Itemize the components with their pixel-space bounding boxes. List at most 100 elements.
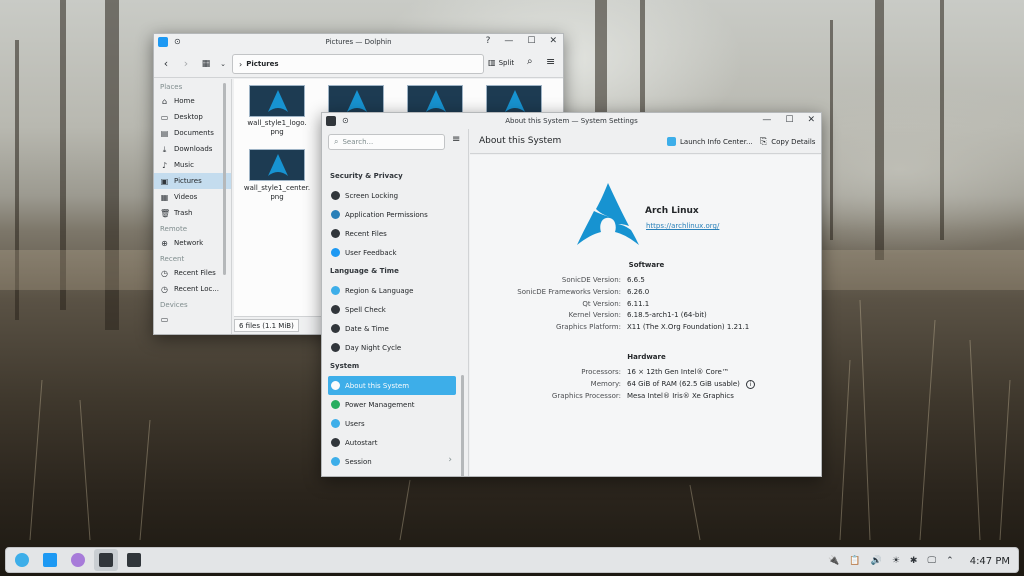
file-name[interactable]: wall_style1_center. png: [242, 184, 312, 202]
sidebar-item-spell-check[interactable]: Spell Check: [328, 300, 456, 319]
places-item-downloads[interactable]: ⤓ Downloads: [154, 141, 231, 157]
file-thumbnail[interactable]: [328, 85, 384, 115]
copy-details-button[interactable]: ⎘ Copy Details: [760, 137, 815, 147]
settings-app-icon[interactable]: [326, 116, 336, 126]
dolphin-task[interactable]: [38, 549, 62, 571]
clipboard-icon[interactable]: 📋: [849, 556, 860, 566]
places-item-device[interactable]: ▭: [154, 311, 231, 327]
settings-main: About this System Launch Info Center... …: [470, 129, 821, 476]
places-item-label: Desktop: [174, 113, 203, 121]
places-section-header: Recent: [160, 255, 185, 263]
settings-task[interactable]: [94, 549, 118, 571]
brightness-icon[interactable]: ☀: [892, 556, 900, 566]
videos-icon: ▦: [160, 192, 169, 202]
sidebar-item-users[interactable]: Users: [328, 414, 456, 433]
places-item-documents[interactable]: ▤ Documents: [154, 125, 231, 141]
hamburger-menu-icon[interactable]: ≡: [452, 134, 460, 145]
bluetooth-icon[interactable]: ✱: [910, 556, 918, 566]
clock[interactable]: 4:47 PM: [970, 556, 1010, 567]
page-header: About this System Launch Info Center... …: [470, 129, 821, 154]
sidebar-item-power-management[interactable]: Power Management: [328, 395, 456, 414]
search-field[interactable]: ⌕ Search...: [328, 134, 445, 150]
browser-icon: [71, 553, 85, 567]
chevron-down-icon[interactable]: ⌄: [220, 60, 226, 68]
sidebar-item-about-this-system[interactable]: About this System: [328, 376, 456, 395]
status-text: 6 files (1.1 MiB): [234, 319, 299, 332]
dolphin-app-icon[interactable]: [158, 37, 168, 47]
file-thumbnail[interactable]: [249, 85, 305, 117]
browser-task[interactable]: [66, 549, 90, 571]
hamburger-menu-icon[interactable]: ≡: [546, 55, 555, 68]
minimize-button[interactable]: —: [762, 115, 771, 125]
places-item-label: Documents: [174, 129, 214, 137]
settings-window-title: About this System — System Settings: [505, 117, 638, 125]
network-icon: ⊕: [161, 238, 168, 248]
info-value-text: 64 GiB of RAM (62.5 GiB usable): [627, 380, 740, 389]
places-item-videos[interactable]: ▦ Videos: [154, 189, 231, 205]
close-button[interactable]: ✕: [807, 115, 815, 125]
info-value-text: 6.18.5-arch1-1 (64-bit): [627, 311, 707, 320]
help-button[interactable]: ?: [486, 36, 491, 46]
dolphin-titlebar[interactable]: ⊙ Pictures — Dolphin ? — ☐ ✕: [154, 34, 563, 50]
downloads-icon: ⤓: [162, 144, 167, 154]
info-value: 64 GiB of RAM (62.5 GiB usable) i: [627, 379, 821, 389]
places-item-recent-files[interactable]: ◷ Recent Files: [154, 265, 231, 281]
back-button[interactable]: ‹: [160, 57, 172, 70]
distro-url-link[interactable]: https://archlinux.org/: [646, 222, 719, 230]
minimize-button[interactable]: —: [504, 36, 513, 46]
sidebar-item-screen-locking[interactable]: Screen Locking: [328, 186, 456, 205]
app-launcher[interactable]: [10, 549, 34, 571]
pin-icon[interactable]: ⊙: [174, 37, 181, 47]
close-button[interactable]: ✕: [549, 36, 557, 46]
documents-icon: ▤: [160, 128, 169, 138]
system-settings-window[interactable]: ⊙ About this System — System Settings — …: [321, 112, 822, 477]
places-item-recent-loc[interactable]: ◷ Recent Loc...: [154, 281, 231, 297]
sidebar-item-label: User Feedback: [345, 248, 397, 257]
power-icon[interactable]: 🔌: [828, 556, 839, 566]
sidebar-item-autostart[interactable]: Autostart: [328, 433, 456, 452]
display-icon[interactable]: 🖵: [927, 556, 936, 566]
pin-icon[interactable]: ⊙: [342, 116, 349, 126]
sidebar-item-recent-files[interactable]: Recent Files: [328, 224, 456, 243]
launch-info-center-button[interactable]: Launch Info Center...: [667, 137, 753, 146]
file-thumbnail[interactable]: [486, 85, 542, 115]
pictures-icon: ▣: [160, 176, 169, 186]
places-item-label: Recent Loc...: [174, 285, 220, 293]
sidebar-item-application-permissions[interactable]: Application Permissions: [328, 205, 456, 224]
places-item-desktop[interactable]: ▭ Desktop: [154, 109, 231, 125]
places-item-label: Trash: [174, 209, 193, 217]
file-thumbnail[interactable]: [249, 149, 305, 181]
view-mode-icon[interactable]: ▦: [200, 59, 212, 69]
sidebar-item-user-feedback[interactable]: User Feedback: [328, 243, 456, 262]
info-row: Graphics Processor: Mesa Intel® Iris® Xe …: [470, 391, 821, 400]
forward-button[interactable]: ›: [180, 57, 192, 70]
tray-expand-icon[interactable]: ⌃: [946, 556, 954, 566]
sidebar-scrollbar[interactable]: [461, 375, 464, 476]
places-item-network[interactable]: ⊕ Network: [154, 235, 231, 251]
maximize-button[interactable]: ☐: [785, 115, 793, 125]
split-button[interactable]: ▥ Split: [488, 58, 514, 67]
volume-icon[interactable]: 🔊: [871, 556, 882, 566]
location-bar[interactable]: › Pictures: [232, 54, 484, 74]
search-icon[interactable]: ⌕: [527, 56, 533, 67]
sidebar-item-session[interactable]: Session ›: [328, 452, 456, 471]
places-item-trash[interactable]: 🗑 Trash: [154, 205, 231, 221]
info-row: SonicDE Frameworks Version: 6.26.0: [470, 288, 821, 296]
places-scrollbar[interactable]: [223, 83, 226, 275]
sidebar-item-region-language[interactable]: Region & Language: [328, 281, 456, 300]
sidebar-item-day-night-cycle[interactable]: Day Night Cycle: [328, 338, 456, 357]
places-item-home[interactable]: ⌂ Home: [154, 93, 231, 109]
search-icon: ⌕: [334, 137, 339, 146]
category-header: Language & Time: [330, 267, 399, 275]
places-item-music[interactable]: ♪ Music: [154, 157, 231, 173]
sidebar-item-date-time[interactable]: Date & Time: [328, 319, 456, 338]
file-thumbnail[interactable]: [407, 85, 463, 115]
file-name[interactable]: wall_style1_logo. png: [242, 119, 312, 137]
maximize-button[interactable]: ☐: [527, 36, 535, 46]
places-item-pictures[interactable]: ▣ Pictures: [154, 173, 231, 189]
info-icon[interactable]: i: [745, 379, 755, 389]
settings-titlebar[interactable]: ⊙ About this System — System Settings — …: [322, 113, 821, 129]
info-value-text: Mesa Intel® Iris® Xe Graphics: [627, 391, 734, 400]
terminal-task[interactable]: [122, 549, 146, 571]
info-row: Qt Version: 6.11.1: [470, 300, 821, 308]
